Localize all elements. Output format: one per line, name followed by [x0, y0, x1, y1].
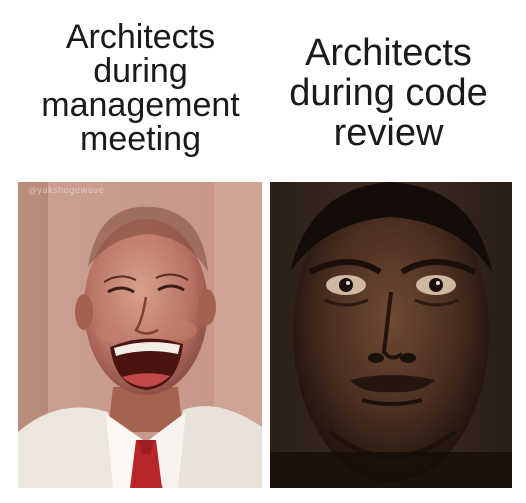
caption-left: Architects during management meeting — [41, 18, 240, 158]
serious-man-image — [270, 182, 512, 488]
watermark-text: @yakshogewave — [28, 186, 104, 196]
image-panel-serious — [270, 182, 512, 488]
laughing-man-image — [18, 182, 262, 488]
image-panel-laughing: @yakshogewave — [18, 182, 262, 488]
caption-right: Architects during code review — [289, 32, 488, 154]
